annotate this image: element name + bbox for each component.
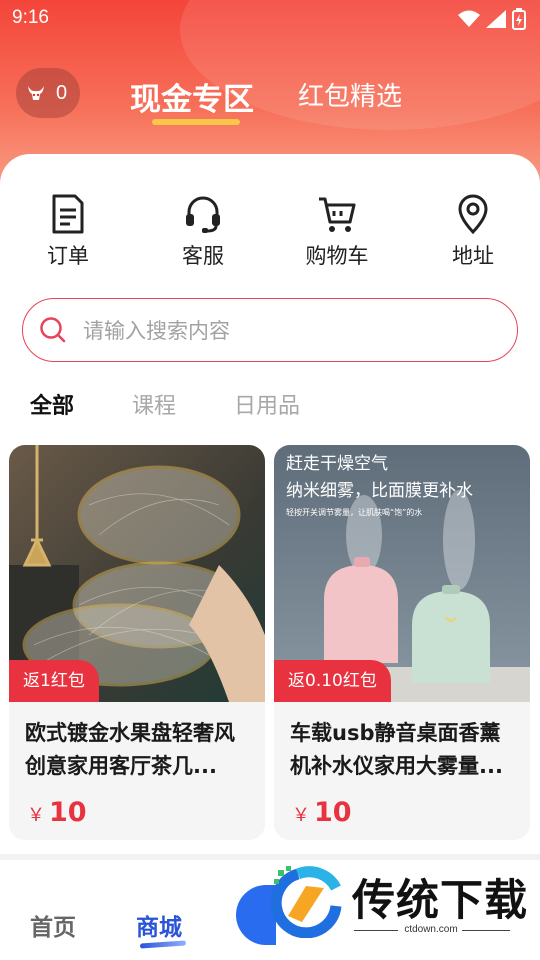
quick-action-cart[interactable]: 购物车 [287,194,387,270]
status-time: 9:16 [12,7,49,28]
tab-red-packet[interactable]: 红包精选 [298,76,402,113]
wifi-icon [458,10,480,27]
tab-cash-zone-label: 现金专区 [130,82,254,118]
order-document-icon [52,194,84,234]
price-value: 10 [49,797,87,828]
nav-active-underline [139,940,187,949]
tab-active-underline [152,119,240,125]
search-icon [40,317,66,343]
product-card[interactable]: 返1红包 欧式镀金水果盘轻奢风创意家用客厅茶几... ￥ 10 [9,445,265,840]
shopping-cart-icon [319,197,356,232]
status-icons [458,8,526,30]
quick-action-label: 客服 [182,244,224,268]
category-tabs: 全部 课程 日用品 [30,388,300,420]
status-bar: 9:16 [0,0,540,36]
watermark-line-right [462,930,510,931]
coin-count: 0 [56,81,68,104]
product-title: 车载usb静音桌面香薰机补水仪家用大雾量... [290,721,503,778]
price-currency: ￥ [27,805,45,826]
quick-action-label: 地址 [452,244,494,268]
quick-action-service[interactable]: 客服 [153,194,253,270]
location-pin-icon [458,194,488,234]
coin-balance[interactable]: 0 [16,68,80,118]
image-subheadline: 纳米细雾，比面膜更补水 [286,481,473,501]
battery-icon [512,8,526,30]
bull-coin-icon [28,86,44,100]
product-title: 欧式镀金水果盘轻奢风创意家用客厅茶几... [25,721,235,778]
image-headline: 赶走干燥空气 [286,454,388,474]
tab-cash-zone[interactable]: 现金专区 [130,74,254,125]
quick-action-label: 购物车 [305,244,369,268]
category-tab-all[interactable]: 全部 [30,388,74,420]
product-price: ￥ 10 [292,797,352,828]
quick-actions: 订单 客服 购物车 地址 [0,194,540,274]
cashback-badge: 返1红包 [9,660,99,702]
quick-action-label: 订单 [47,244,89,268]
product-price: ￥ 10 [27,797,87,828]
price-value: 10 [314,797,352,828]
quick-action-order[interactable]: 订单 [18,194,118,270]
search-bar[interactable]: 请输入搜索内容 [22,298,518,362]
product-card[interactable]: 赶走干燥空气 纳米细雾，比面膜更补水 轻按开关调节雾量，让肌肤喝“饱”的水 返0… [274,445,530,840]
signal-icon [486,10,506,28]
nav-home[interactable]: 首页 [30,908,76,942]
search-input[interactable]: 请输入搜索内容 [83,315,230,345]
category-tab-course[interactable]: 课程 [132,388,176,420]
price-currency: ￥ [292,805,310,826]
quick-action-address[interactable]: 地址 [423,194,523,270]
nav-shop-label: 商城 [136,915,182,941]
watermark-text: 传统下载 [352,876,528,926]
cashback-badge: 返0.10红包 [274,660,391,702]
category-tab-daily[interactable]: 日用品 [234,388,300,420]
headset-icon [186,196,220,233]
watermark-logo-icon [270,866,342,938]
nav-shop[interactable]: 商城 [136,908,187,949]
